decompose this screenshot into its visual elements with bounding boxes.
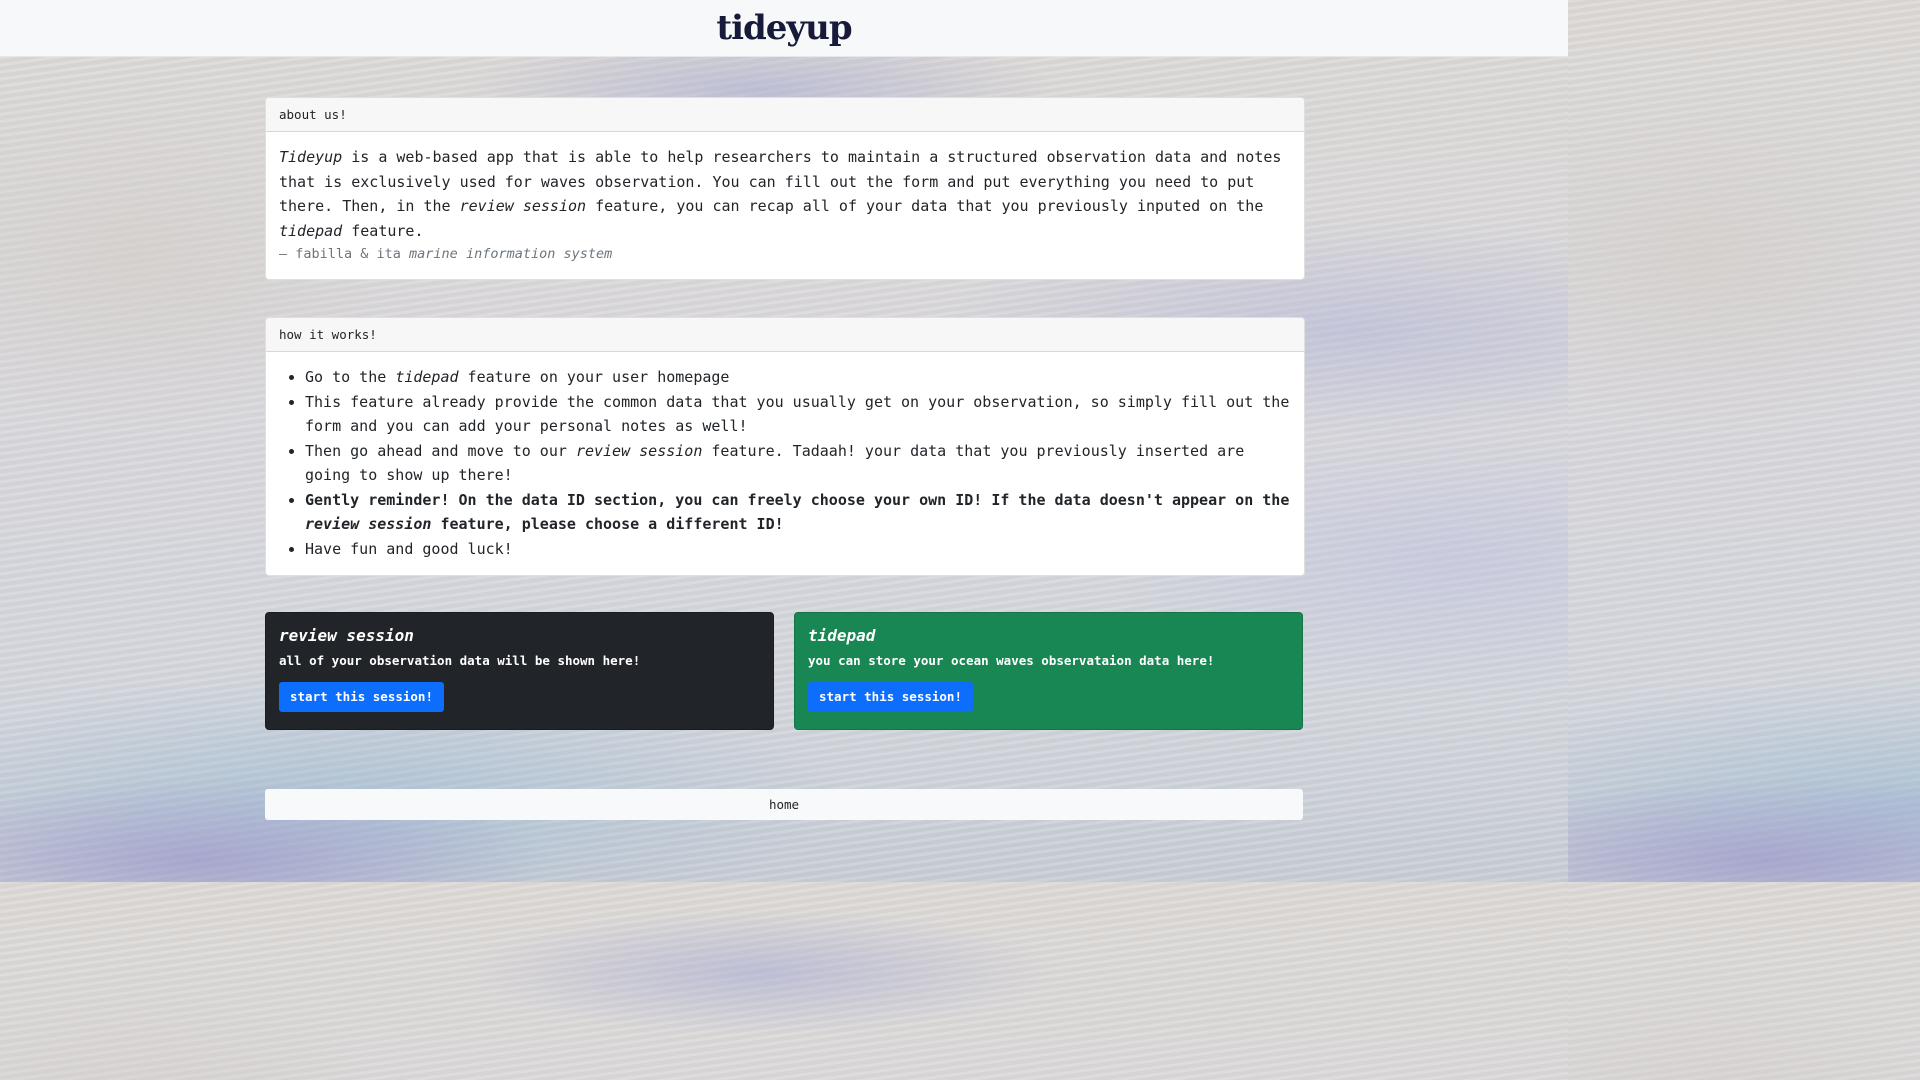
steps-list: Go to the tidepad feature on your user h…	[279, 365, 1291, 561]
tidepad-card: tidepad you can store your ocean waves o…	[794, 612, 1303, 730]
review-session-card: review session all of your observation d…	[265, 612, 774, 730]
how-it-works-body: Go to the tidepad feature on your user h…	[266, 352, 1304, 575]
footer-nav: home	[265, 789, 1303, 820]
about-quote: Tideyup is a web-based app that is able …	[279, 148, 1282, 240]
about-card: about us! Tideyup is a web-based app tha…	[265, 97, 1305, 280]
brand-logo[interactable]: tideyup	[716, 8, 852, 48]
home-link[interactable]: home	[769, 797, 799, 812]
review-session-title: review session	[279, 626, 414, 645]
list-item: This feature already provide the common …	[305, 390, 1291, 439]
quote-attribution: — fabilla & ita marine information syste…	[279, 246, 613, 262]
start-tidepad-button[interactable]: start this session!	[808, 682, 973, 712]
quote-source: marine information system	[409, 246, 613, 262]
about-card-body: Tideyup is a web-based app that is able …	[266, 132, 1304, 279]
how-it-works-header: how it works!	[266, 318, 1304, 352]
tidepad-title: tidepad	[808, 626, 876, 645]
about-card-header: about us!	[266, 98, 1304, 132]
reminder-list-item: Gently reminder! On the data ID section,…	[305, 488, 1291, 537]
review-session-description: all of your observation data will be sho…	[279, 653, 641, 668]
how-it-works-card: how it works! Go to the tidepad feature …	[265, 317, 1305, 576]
list-item: Go to the tidepad feature on your user h…	[305, 365, 1291, 390]
list-item: Then go ahead and move to our review ses…	[305, 439, 1291, 488]
top-navbar: tideyup	[0, 0, 1568, 57]
feature-cards: review session all of your observation d…	[265, 612, 1303, 730]
start-review-session-button[interactable]: start this session!	[279, 682, 444, 712]
list-item: Have fun and good luck!	[305, 537, 1291, 562]
app-name: Tideyup	[279, 148, 343, 166]
tidepad-description: you can store your ocean waves observata…	[808, 653, 1215, 668]
